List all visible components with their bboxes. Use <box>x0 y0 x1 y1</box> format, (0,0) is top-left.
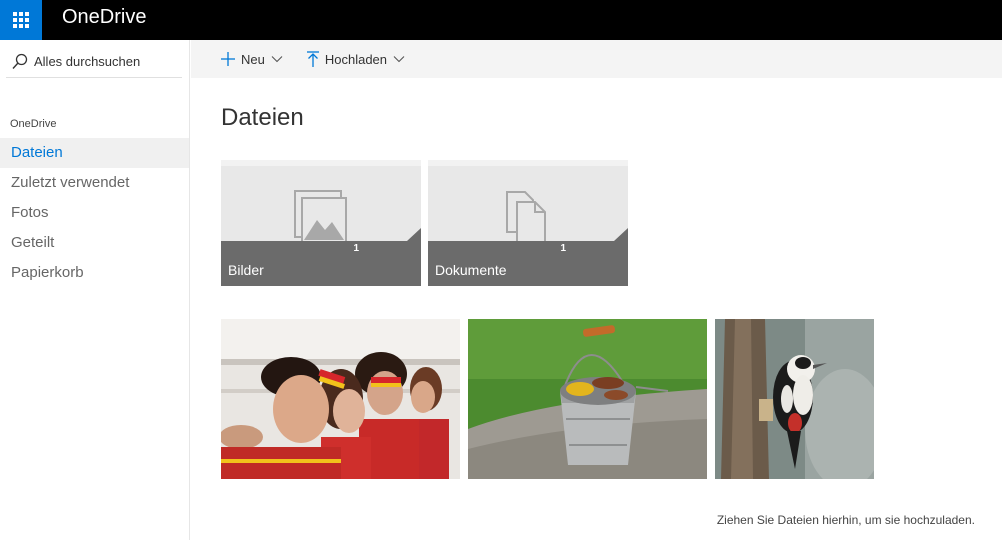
plus-icon <box>221 52 235 66</box>
app-launcher-button[interactable] <box>0 0 42 40</box>
search-icon <box>12 53 28 69</box>
photo-tile-woodpecker[interactable] <box>715 319 874 479</box>
pictures-folder-icon <box>294 190 347 243</box>
upload-button-label: Hochladen <box>324 51 388 67</box>
folder-item-count: 1 <box>353 243 359 254</box>
new-button-label: Neu <box>241 51 265 67</box>
search-box[interactable]: Alles durchsuchen <box>6 46 182 78</box>
folder-tile-bilder[interactable]: 1 Bilder <box>221 160 421 286</box>
documents-folder-icon <box>506 191 546 243</box>
top-bar: OneDrive <box>0 0 1002 40</box>
folder-item-count: 1 <box>560 243 566 254</box>
folder-tile-dokumente[interactable]: 1 Dokumente <box>428 160 628 286</box>
sidebar-item-fotos[interactable]: Fotos <box>0 198 189 228</box>
sidebar-item-papierkorb[interactable]: Papierkorb <box>0 258 189 288</box>
chevron-down-icon <box>271 56 283 63</box>
folder-name: Bilder <box>228 262 264 278</box>
woodpecker-photo <box>715 319 874 479</box>
bucket-grill-photo <box>468 319 707 479</box>
app-title[interactable]: OneDrive <box>62 6 146 29</box>
nav-section-title: OneDrive <box>10 118 57 130</box>
command-bar: Neu Hochladen <box>191 40 1002 78</box>
chevron-down-icon <box>393 56 405 63</box>
photo-tile-spain-fans[interactable] <box>221 319 460 479</box>
search-input[interactable]: Alles durchsuchen <box>34 54 140 69</box>
sidebar: Alles durchsuchen OneDrive Dateien Zulet… <box>0 40 190 540</box>
drop-hint: Ziehen Sie Dateien hierhin, um sie hochz… <box>716 513 975 527</box>
photo-tile-bucket-grill[interactable] <box>468 319 707 479</box>
upload-button[interactable]: Hochladen <box>306 51 405 67</box>
app-launcher-icon <box>13 12 29 28</box>
spain-fans-photo <box>221 319 460 479</box>
page-title: Dateien <box>221 104 304 131</box>
upload-icon <box>306 51 319 67</box>
sidebar-nav: Dateien Zuletzt verwendet Fotos Geteilt … <box>0 138 189 288</box>
new-button[interactable]: Neu <box>221 52 283 67</box>
sidebar-item-zuletzt-verwendet[interactable]: Zuletzt verwendet <box>0 168 189 198</box>
folder-name: Dokumente <box>435 262 507 278</box>
sidebar-item-dateien[interactable]: Dateien <box>0 138 189 168</box>
sidebar-item-geteilt[interactable]: Geteilt <box>0 228 189 258</box>
